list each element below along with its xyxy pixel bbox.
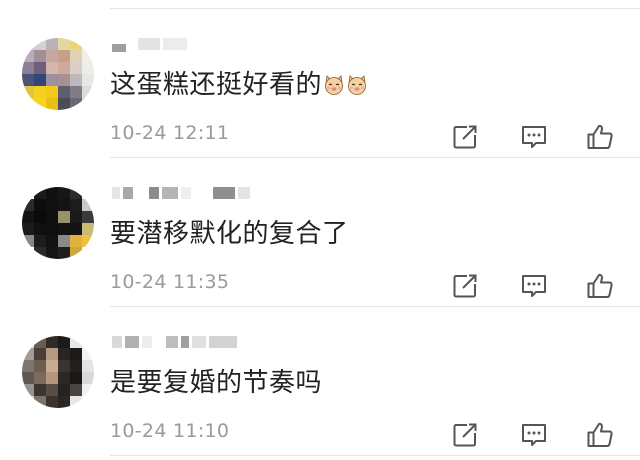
comment-icon	[522, 424, 546, 446]
comment-item: 是要复婚的节奏吗 10-24 11:10	[0, 308, 640, 458]
comment-text: 要潜移默化的复合了	[110, 219, 349, 249]
comment-feed: 这蛋糕还挺好看的 10-24 12:11 要潜移默化的复合了 10-24 11:…	[0, 0, 640, 460]
comment-text: 是要复婚的节奏吗	[110, 368, 323, 398]
like-button[interactable]	[585, 271, 615, 301]
divider	[110, 8, 640, 9]
divider	[110, 157, 640, 158]
cat-emoji-icon	[325, 75, 343, 95]
avatar[interactable]	[22, 38, 94, 110]
comment-icon	[522, 275, 546, 297]
username-masked[interactable]	[112, 187, 250, 201]
comment-timestamp: 10-24 12:11	[110, 122, 230, 144]
reply-button[interactable]	[519, 271, 549, 301]
share-icon	[453, 125, 477, 149]
username-masked[interactable]	[112, 38, 187, 52]
comment-timestamp: 10-24 11:35	[110, 271, 230, 293]
share-icon	[453, 274, 477, 298]
thumbs-up-icon	[587, 124, 613, 149]
share-icon	[453, 423, 477, 447]
thumbs-up-icon	[587, 422, 613, 447]
comment-item: 要潜移默化的复合了 10-24 11:35	[0, 159, 640, 309]
thumbs-up-icon	[587, 273, 613, 298]
avatar[interactable]	[22, 187, 94, 259]
cat-emoji-icon	[348, 75, 366, 95]
share-button[interactable]	[450, 271, 480, 301]
comment-timestamp: 10-24 11:10	[110, 420, 230, 442]
comment-item: 这蛋糕还挺好看的 10-24 12:11	[0, 10, 640, 160]
like-button[interactable]	[585, 122, 615, 152]
reply-button[interactable]	[519, 420, 549, 450]
like-button[interactable]	[585, 420, 615, 450]
avatar[interactable]	[22, 336, 94, 408]
username-masked[interactable]	[112, 336, 237, 350]
reply-button[interactable]	[519, 122, 549, 152]
share-button[interactable]	[450, 420, 480, 450]
divider	[110, 306, 640, 307]
comment-icon	[522, 126, 546, 148]
share-button[interactable]	[450, 122, 480, 152]
comment-text: 这蛋糕还挺好看的	[110, 65, 368, 105]
divider	[110, 455, 640, 456]
comment-text-body: 这蛋糕还挺好看的	[110, 70, 323, 100]
